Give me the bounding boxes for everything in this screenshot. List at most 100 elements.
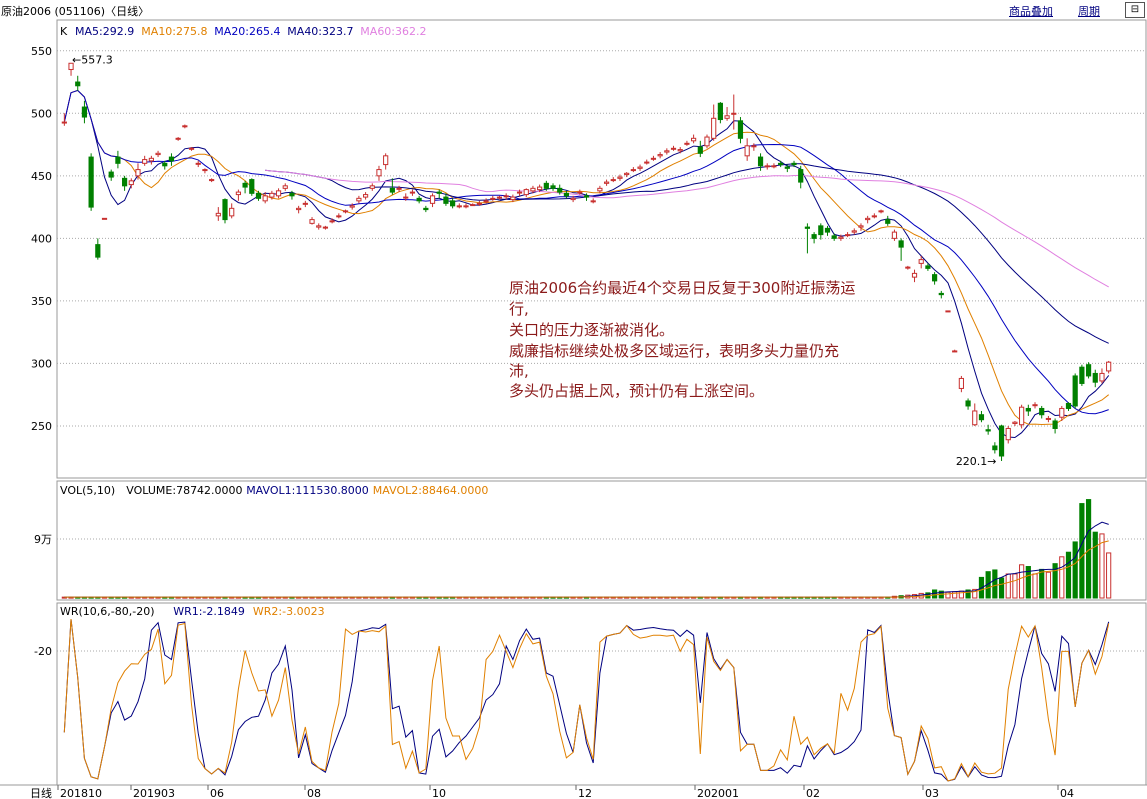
candle-body	[450, 200, 456, 207]
candle	[456, 203, 462, 209]
candle-body	[296, 207, 302, 211]
candle	[1039, 405, 1045, 419]
candle-body	[135, 169, 141, 177]
volume-bar	[1045, 571, 1052, 599]
price-tick-label: 250	[31, 420, 52, 433]
ma10-line	[63, 89, 1110, 426]
volume-bar	[932, 589, 938, 599]
x-axis-tick-label: 201903	[133, 787, 175, 799]
candle-body	[670, 147, 677, 150]
candle-body	[1099, 372, 1105, 382]
candle	[155, 150, 161, 158]
volume-bar	[1106, 552, 1112, 599]
candle-body	[329, 220, 335, 223]
candle-body	[824, 227, 831, 233]
candle-body	[436, 191, 442, 194]
candle	[637, 164, 643, 171]
panel-border-0	[56, 19, 1147, 479]
candle	[336, 213, 342, 219]
candle-body	[215, 212, 221, 217]
candle	[644, 159, 650, 165]
candle	[182, 124, 188, 129]
candle	[998, 424, 1005, 461]
candle-body	[958, 377, 964, 389]
candle-body	[831, 235, 837, 239]
candle	[1032, 402, 1038, 409]
candle	[1025, 404, 1031, 416]
candle	[376, 165, 382, 181]
candle-body	[1045, 417, 1052, 420]
candle-body	[992, 445, 998, 451]
candle-body	[1012, 421, 1018, 424]
ma20-line	[63, 89, 1109, 415]
candle	[1065, 402, 1072, 411]
wr-tick-label: -20	[34, 645, 52, 658]
volume-legend-item: MAVOL2:88464.0000	[373, 484, 489, 497]
candle	[905, 265, 911, 270]
candle-body	[965, 400, 971, 407]
candle-body	[336, 215, 342, 218]
candle	[222, 198, 228, 224]
panel-border-2	[56, 602, 1147, 786]
candle-body	[175, 137, 181, 140]
candle-body	[737, 120, 744, 139]
ma-legend-item: MA10:275.8	[141, 25, 207, 38]
wr-legend-item: WR1:-2.1849	[173, 605, 245, 618]
candle	[898, 238, 904, 261]
candle-body	[376, 169, 382, 177]
candle-body	[657, 154, 663, 157]
candle	[128, 178, 134, 189]
candle-body	[978, 414, 985, 421]
candle-body	[128, 180, 134, 186]
candle-body	[1106, 361, 1112, 372]
candle-body	[603, 181, 610, 184]
candle-body	[1025, 407, 1031, 412]
candle-body	[711, 117, 717, 139]
candle	[630, 167, 636, 173]
ma-legend-item: MA60:362.2	[360, 25, 426, 38]
candle-body	[664, 150, 670, 153]
candle-body	[195, 162, 201, 165]
candle-body	[952, 350, 958, 353]
candle-body	[75, 81, 81, 87]
candle	[101, 217, 108, 220]
candle	[1012, 420, 1018, 426]
candle-body	[88, 156, 94, 208]
candle-body	[188, 147, 195, 150]
candle	[992, 442, 998, 454]
candle-body	[811, 234, 817, 239]
candle	[911, 269, 918, 283]
candle	[416, 195, 422, 204]
wr10-line	[63, 618, 1110, 782]
candle-body	[557, 187, 563, 193]
candle-body	[1052, 420, 1058, 429]
annotation-line-5: 沛,	[509, 362, 529, 380]
candle	[249, 178, 255, 196]
candle-body	[804, 226, 811, 229]
candle	[209, 178, 215, 183]
x-axis-tick-label: 02	[806, 787, 820, 799]
candle-body	[798, 169, 804, 183]
candle	[778, 160, 784, 168]
candle	[865, 215, 871, 224]
volume-bar	[998, 577, 1005, 599]
candle	[1072, 373, 1078, 409]
annotation-line-4: 威廉指标继续处极多区域运行，表明多头力量仍充	[509, 342, 840, 360]
candle-body	[275, 190, 282, 197]
candle-body	[342, 210, 349, 213]
candle-body	[523, 189, 529, 196]
candle	[115, 150, 121, 169]
candle	[383, 153, 389, 170]
candle	[751, 143, 757, 151]
candle-body	[369, 185, 375, 189]
candle	[684, 140, 690, 146]
candle-body	[543, 182, 549, 189]
x-axis-tick-label: 06	[210, 787, 224, 799]
candle	[75, 75, 81, 91]
candle-body	[403, 196, 409, 199]
candle-body	[1079, 366, 1085, 384]
candle	[470, 203, 476, 207]
candle	[275, 188, 282, 199]
candle-body	[570, 197, 576, 201]
volume-bar	[1059, 556, 1065, 599]
